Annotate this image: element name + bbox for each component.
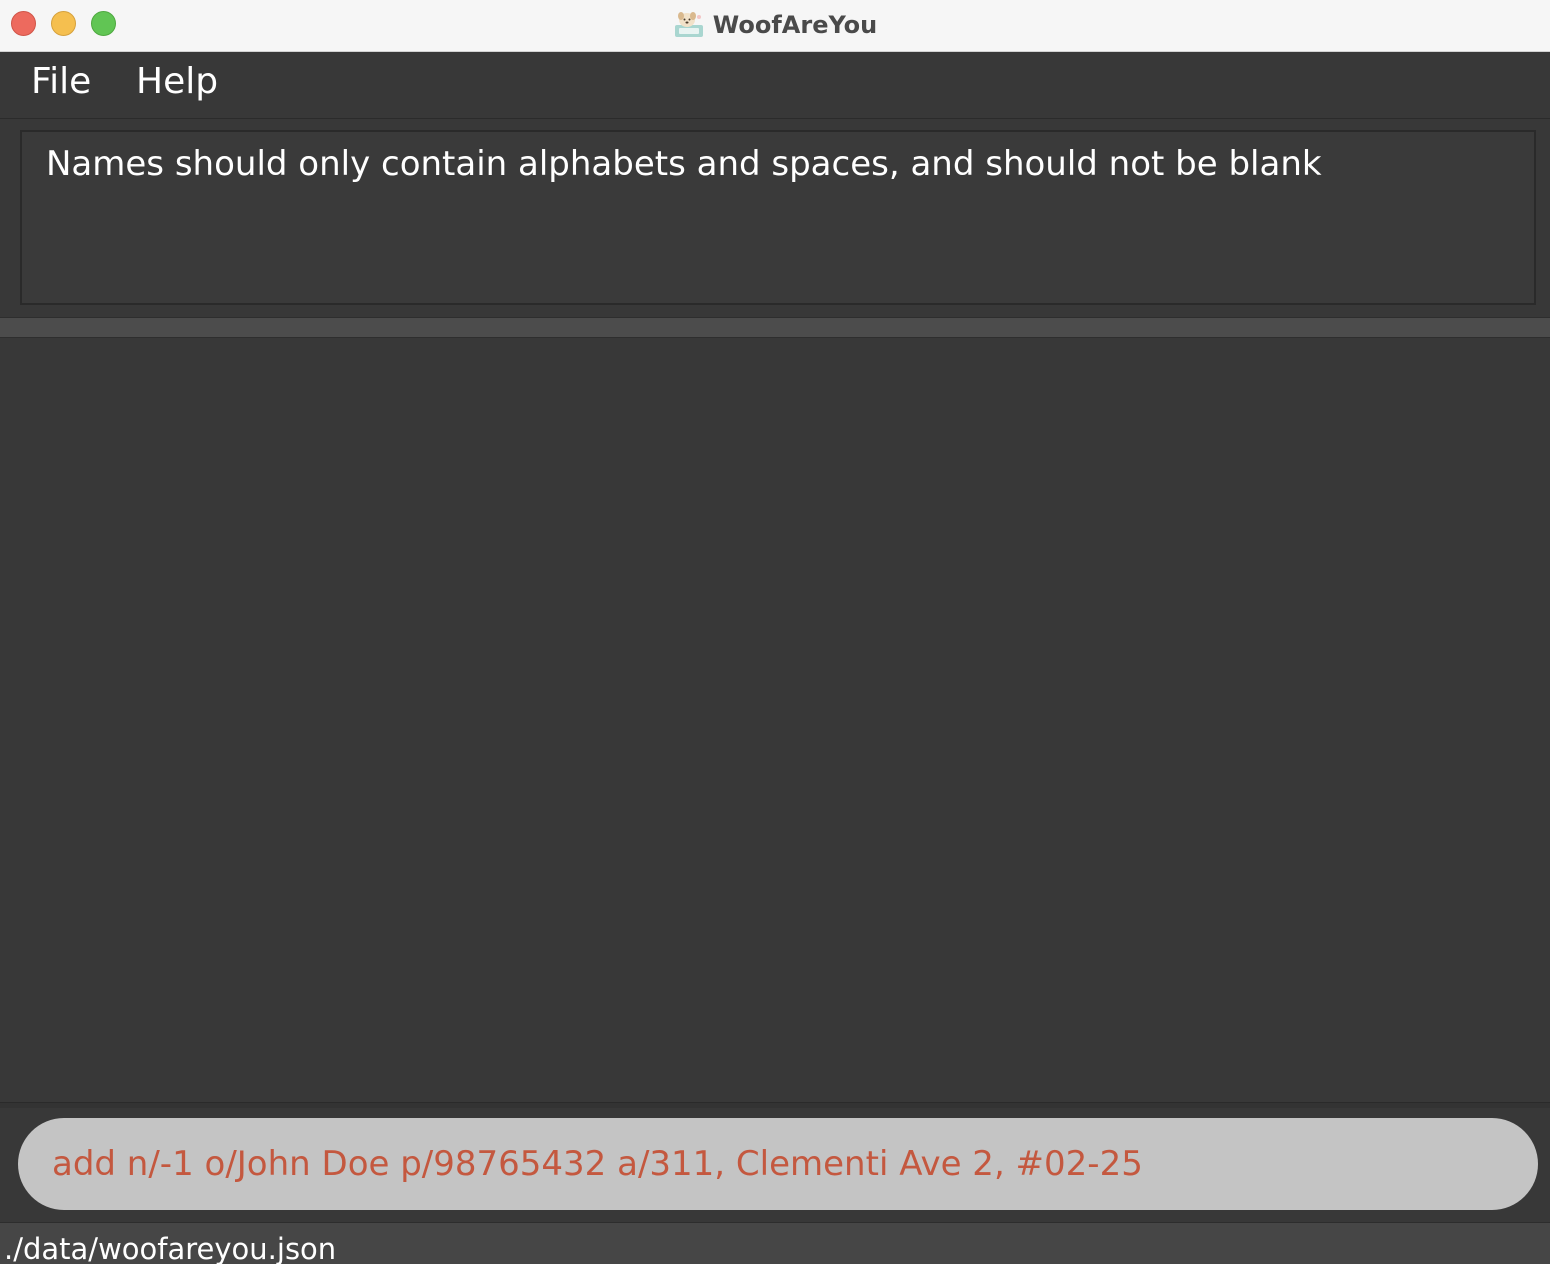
window-title: WoofAreYou xyxy=(712,11,878,39)
result-message: Names should only contain alphabets and … xyxy=(46,144,1322,184)
status-bar: ./data/woofareyou.json xyxy=(0,1222,1550,1264)
command-input[interactable] xyxy=(18,1118,1538,1210)
result-display-panel: Names should only contain alphabets and … xyxy=(0,119,1550,317)
dog-app-icon xyxy=(673,11,705,39)
title-group: WoofAreYou xyxy=(0,0,1550,50)
panel-divider[interactable] xyxy=(0,317,1550,338)
title-bar[interactable]: WoofAreYou xyxy=(0,0,1550,52)
app-window: WoofAreYou File Help Names should only c… xyxy=(0,0,1550,1264)
menu-file[interactable]: File xyxy=(31,61,91,102)
result-display-box[interactable]: Names should only contain alphabets and … xyxy=(20,130,1536,305)
pet-list-panel xyxy=(0,338,1550,1102)
command-box-area xyxy=(0,1108,1550,1222)
save-file-path: ./data/woofareyou.json xyxy=(4,1232,337,1264)
menu-bar: File Help xyxy=(0,52,1550,119)
menu-help[interactable]: Help xyxy=(136,61,218,102)
